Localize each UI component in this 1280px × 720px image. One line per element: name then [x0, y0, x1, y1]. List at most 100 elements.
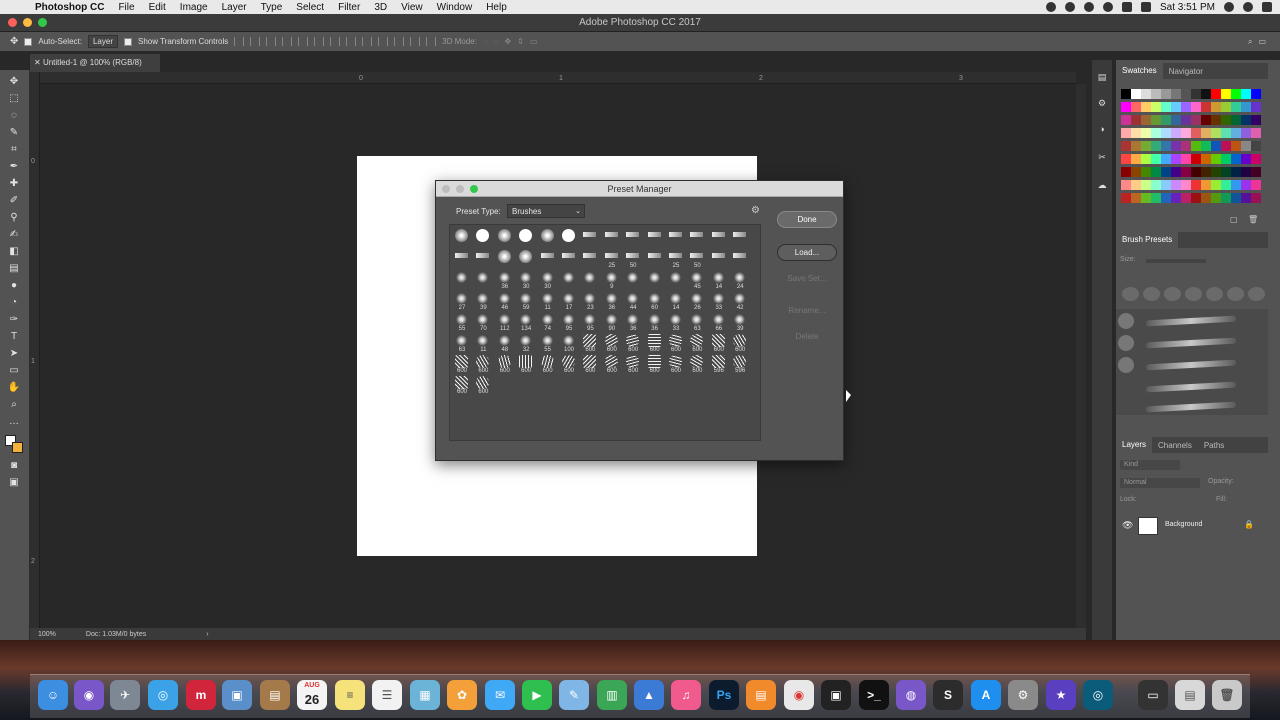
brush-preset-cell[interactable] — [580, 270, 600, 291]
color-swatch[interactable] — [1141, 180, 1151, 190]
blur-tool-icon[interactable]: ● — [7, 280, 21, 292]
color-swatch[interactable] — [1131, 89, 1141, 99]
color-swatch[interactable] — [1251, 154, 1261, 164]
preset-type-dropdown[interactable]: Brushes ⌄ — [507, 204, 585, 218]
brush-preset-cell[interactable]: 600 — [580, 333, 600, 354]
color-swatch[interactable] — [1241, 141, 1251, 151]
notes-icon[interactable]: ≡ — [335, 680, 365, 710]
launchpad-icon[interactable]: ✈ — [110, 680, 140, 710]
color-swatch[interactable] — [1191, 180, 1201, 190]
photoshop-icon[interactable]: Ps — [709, 680, 739, 710]
brush-preset-cell[interactable] — [473, 270, 493, 291]
distribute-top-icon[interactable] — [330, 37, 341, 46]
menu-type[interactable]: Type — [254, 2, 290, 13]
color-swatch[interactable] — [1121, 167, 1131, 177]
menu-layer[interactable]: Layer — [215, 2, 254, 13]
color-swatch[interactable] — [1121, 154, 1131, 164]
brush-preset-cell[interactable] — [709, 249, 729, 270]
color-swatch[interactable] — [1241, 167, 1251, 177]
brush-preset-item[interactable] — [1116, 355, 1262, 375]
brush-preset-cell[interactable]: 600 — [495, 354, 515, 375]
brush-preset-cell[interactable]: 11 — [538, 291, 558, 312]
color-swatch[interactable] — [1181, 89, 1191, 99]
color-swatch[interactable] — [1181, 102, 1191, 112]
brush-preset-cell[interactable] — [645, 270, 665, 291]
brush-preset-cell[interactable]: 600 — [580, 354, 600, 375]
color-swatch[interactable] — [1231, 128, 1241, 138]
brush-preset-cell[interactable] — [580, 249, 600, 270]
brush-preset-cell[interactable]: 600 — [645, 354, 665, 375]
crop-tool-icon[interactable]: ⌗ — [7, 144, 21, 156]
menubar-clock[interactable]: Sat 3:51 PM — [1160, 2, 1215, 13]
brush-preset-cell[interactable]: 600 — [452, 375, 472, 396]
menu-edit[interactable]: Edit — [142, 2, 173, 13]
brush-preset-cell[interactable]: 45 — [687, 270, 707, 291]
brush-preset-cell[interactable] — [559, 270, 579, 291]
color-swatch[interactable] — [1121, 102, 1131, 112]
auto-select-checkbox[interactable] — [24, 37, 33, 46]
color-swatch[interactable] — [1241, 180, 1251, 190]
lasso-tool-icon[interactable]: ◌ — [7, 110, 21, 122]
color-swatch[interactable] — [1171, 102, 1181, 112]
type-tool-icon[interactable]: T — [7, 331, 21, 343]
align-center-icon[interactable] — [298, 37, 309, 46]
color-swatch[interactable] — [1231, 102, 1241, 112]
brush-preset-item[interactable] — [1116, 333, 1262, 353]
brush-preset-cell[interactable]: 600 — [709, 333, 729, 354]
brush-preset-cell[interactable] — [602, 228, 622, 249]
color-swatch[interactable] — [1201, 89, 1211, 99]
m-app-icon[interactable]: m — [186, 680, 216, 710]
dialog-minimize-button[interactable] — [456, 185, 464, 193]
brush-preset-cell[interactable] — [538, 228, 558, 249]
color-swatch[interactable] — [1161, 193, 1171, 203]
photos-icon[interactable]: ✿ — [447, 680, 477, 710]
color-swatch[interactable] — [1241, 102, 1251, 112]
color-swatch[interactable] — [1191, 141, 1201, 151]
color-swatch[interactable] — [1201, 141, 1211, 151]
color-swatch[interactable] — [1181, 180, 1191, 190]
clone-stamp-tool-icon[interactable]: ⚲ — [7, 212, 21, 224]
brush-preset-cell[interactable] — [623, 270, 643, 291]
done-button[interactable]: Done — [777, 211, 837, 228]
save-set-button[interactable]: Save Set... — [777, 271, 837, 288]
eyedropper-tool-icon[interactable]: ✒ — [7, 161, 21, 173]
color-swatch[interactable] — [1151, 154, 1161, 164]
zoom-tool-icon[interactable]: ⌕ — [7, 399, 21, 411]
imovie-icon[interactable]: ★ — [1046, 680, 1076, 710]
brush-preset-cell[interactable]: 600 — [623, 333, 643, 354]
document-tab[interactable]: ✕ Untitled-1 @ 100% (RGB/8) — [30, 54, 160, 72]
brush-preset-grid[interactable]: 25 50 25 50 36 30 30 9 45 14 24 27 39 46 59 11 17 23 36 44 6… — [449, 224, 761, 441]
siri-icon[interactable] — [1243, 2, 1253, 12]
color-swatch[interactable] — [1201, 128, 1211, 138]
brush-preset-cell[interactable]: 25 — [602, 249, 622, 270]
delete-swatch-icon[interactable]: 🗑 — [1248, 215, 1258, 224]
brush-preset-cell[interactable]: 600 — [559, 354, 579, 375]
menu-view[interactable]: View — [394, 2, 430, 13]
color-swatch[interactable] — [1161, 128, 1171, 138]
color-swatch[interactable] — [1151, 128, 1161, 138]
more-tools-icon[interactable]: … — [7, 416, 21, 428]
color-swatch[interactable] — [1151, 141, 1161, 151]
history-panel-icon[interactable]: ▤ — [1096, 72, 1108, 82]
quick-mask-icon[interactable]: ◙ — [7, 460, 21, 472]
brush-preset-cell[interactable]: 55 — [452, 312, 472, 333]
brush-preset-cell[interactable] — [645, 249, 665, 270]
dodge-tool-icon[interactable]: ◔ — [7, 297, 21, 309]
color-swatch[interactable] — [1171, 193, 1181, 203]
color-swatch[interactable] — [1191, 89, 1201, 99]
history-brush-tool-icon[interactable]: ✍ — [7, 229, 21, 241]
brush-preset-cell[interactable]: 50 — [623, 249, 643, 270]
facetime-icon[interactable]: ▶ — [522, 680, 552, 710]
lock-icon[interactable]: 🔒 — [1244, 520, 1254, 529]
align-middle-icon[interactable] — [250, 37, 261, 46]
brush-preset-cell[interactable]: 600 — [666, 354, 686, 375]
brush-preset-cell[interactable]: 36 — [495, 270, 515, 291]
brush-preset-cell[interactable]: 44 — [623, 291, 643, 312]
brush-preset-cell[interactable]: 24 — [730, 270, 750, 291]
github-icon[interactable]: ◍ — [896, 680, 926, 710]
brush-preset-cell[interactable] — [709, 228, 729, 249]
brush-preset-cell[interactable]: 63 — [687, 312, 707, 333]
photo-booth-icon[interactable]: ▦ — [410, 680, 440, 710]
color-swatch[interactable] — [1231, 180, 1241, 190]
menu-image[interactable]: Image — [173, 2, 215, 13]
